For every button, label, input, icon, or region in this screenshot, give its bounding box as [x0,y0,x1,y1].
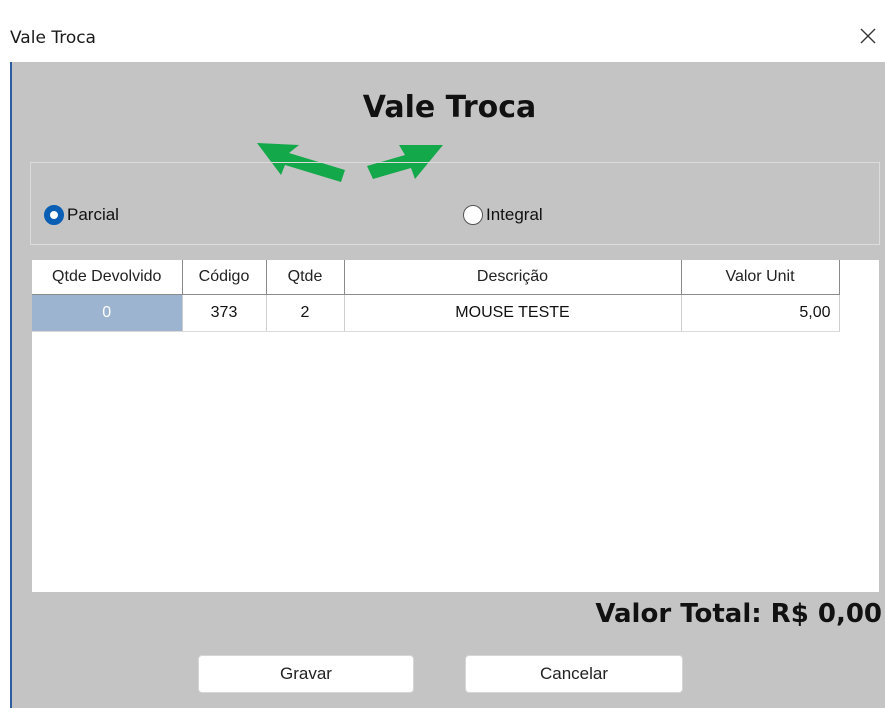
total-value: Valor Total: R$ 0,00 [595,599,882,629]
col-header-qtde[interactable]: Qtde [266,260,345,295]
table-row[interactable]: 0 373 2 MOUSE TESTE 5,00 [32,294,840,332]
close-icon [860,28,876,44]
cell-valor-unit[interactable]: 5,00 [681,294,840,332]
dialog-body: Vale Troca Parcial Integral Qtde Devolvi… [10,62,885,708]
mode-groupbox [30,162,880,245]
col-header-codigo[interactable]: Código [182,260,267,295]
save-button[interactable]: Gravar [198,655,414,693]
grid-header-row: Qtde Devolvido Código Qtde Descrição Val… [32,260,840,295]
col-header-qtde-devolvido[interactable]: Qtde Devolvido [32,260,183,295]
col-header-valor-unit[interactable]: Valor Unit [681,260,840,295]
radio-parcial[interactable]: Parcial [44,205,119,225]
radio-integral[interactable]: Integral [463,205,543,225]
items-grid[interactable]: Qtde Devolvido Código Qtde Descrição Val… [32,260,879,592]
radio-unselected-icon [463,205,483,225]
window-title: Vale Troca [10,28,96,48]
close-button[interactable] [852,20,884,52]
radio-selected-icon [44,205,64,225]
cell-qtde[interactable]: 2 [266,294,345,332]
radio-integral-label: Integral [486,205,543,224]
col-header-descricao[interactable]: Descrição [344,260,682,295]
cell-codigo[interactable]: 373 [182,294,267,332]
cell-qtde-devolvido[interactable]: 0 [32,294,183,332]
cancel-button[interactable]: Cancelar [465,655,683,693]
cell-descricao[interactable]: MOUSE TESTE [344,294,682,332]
form-heading: Vale Troca [362,90,537,125]
items-table: Qtde Devolvido Código Qtde Descrição Val… [32,260,840,332]
title-bar: Vale Troca [0,0,885,62]
radio-parcial-label: Parcial [67,205,119,224]
